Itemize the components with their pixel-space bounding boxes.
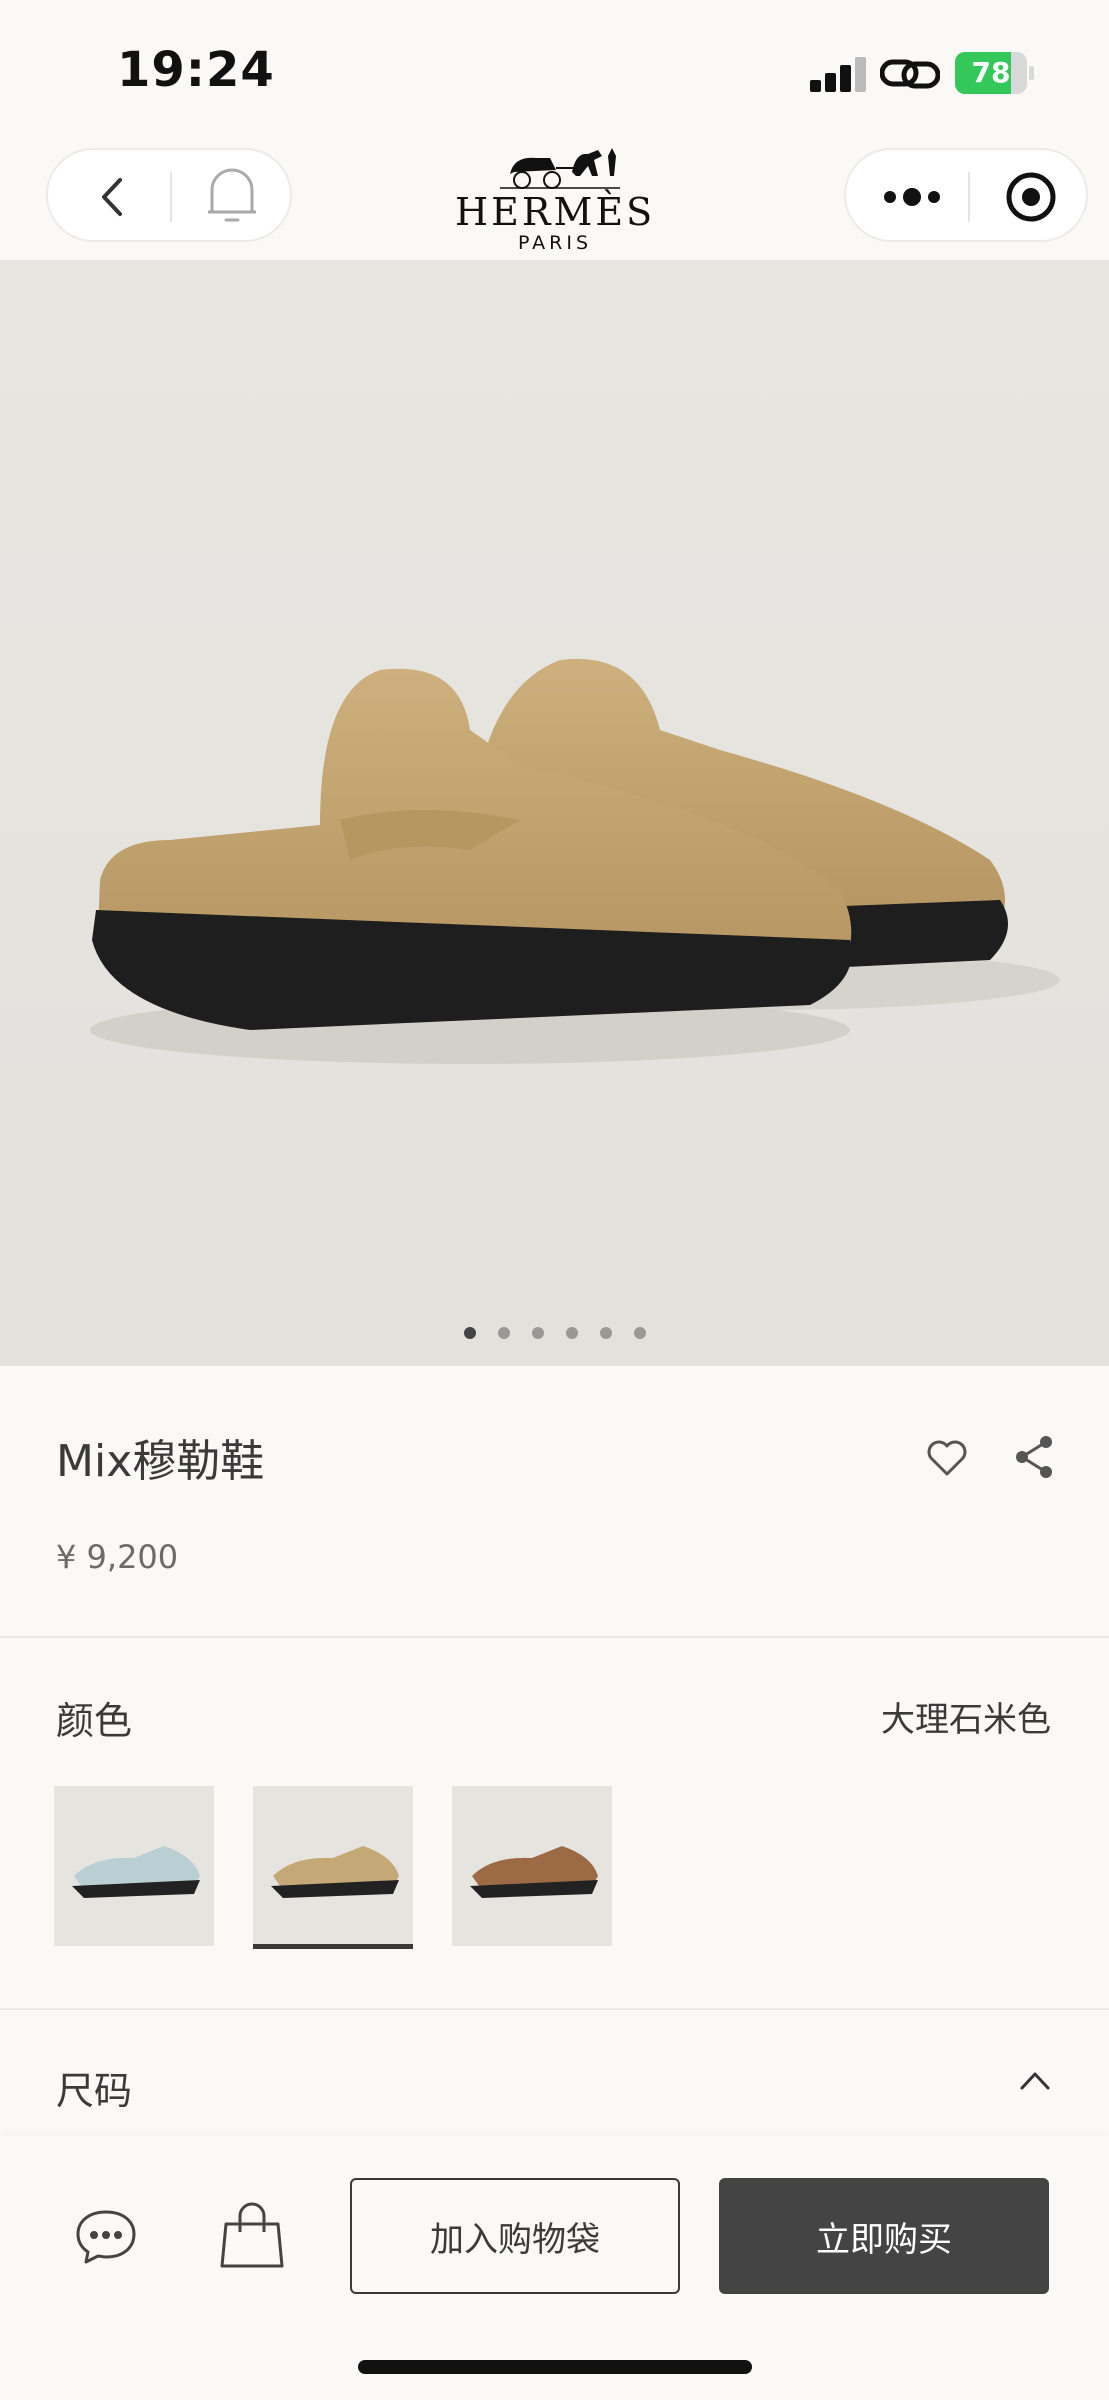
battery-icon: 78	[955, 52, 1035, 94]
chat-bubble-icon[interactable]	[74, 2204, 138, 2268]
home-indicator	[358, 2360, 752, 2374]
link-icon	[880, 59, 940, 89]
color-swatch-light-blue[interactable]	[54, 1786, 214, 1946]
nav-left-capsule	[46, 148, 292, 242]
status-bar: 19:24 78	[0, 0, 1109, 140]
swatch-selected-indicator	[253, 1944, 413, 1949]
size-label: 尺码	[56, 2069, 133, 2113]
status-time: 19:24	[117, 42, 275, 98]
gallery-dot[interactable]	[497, 1327, 510, 1339]
brand-name: HERMÈS	[455, 190, 656, 234]
nav-right-capsule	[844, 148, 1088, 242]
brand-logo: HERMÈS PARIS	[455, 142, 655, 260]
add-to-bag-button[interactable]: 加入购物袋	[350, 2178, 680, 2294]
nav-divider	[170, 172, 172, 222]
target-icon[interactable]	[1004, 170, 1058, 224]
battery-level: 78	[971, 56, 1011, 89]
chevron-left-icon[interactable]	[88, 172, 138, 222]
product-title: Mix穆勒鞋	[56, 1436, 265, 1487]
product-price: ¥ 9,200	[56, 1538, 179, 1576]
divider	[0, 2008, 1109, 2010]
swatch-image	[72, 1846, 200, 1898]
gallery-dot[interactable]	[463, 1327, 476, 1339]
chevron-up-icon[interactable]	[1018, 2066, 1052, 2094]
swatch-image	[470, 1846, 598, 1898]
brand-sub: PARIS	[517, 232, 593, 254]
signal-icon	[810, 56, 866, 92]
shopping-bag-icon[interactable]	[220, 2202, 284, 2270]
gallery-dot[interactable]	[531, 1327, 544, 1339]
swatch-image	[271, 1846, 399, 1898]
bell-icon[interactable]	[204, 166, 260, 226]
more-dots-icon[interactable]	[880, 172, 944, 222]
gallery-dot[interactable]	[565, 1327, 578, 1339]
gallery-dot[interactable]	[633, 1327, 646, 1339]
gallery-dots	[0, 1324, 1109, 1342]
heart-icon[interactable]	[925, 1438, 969, 1478]
color-selected: 大理石米色	[881, 1700, 1051, 1740]
buy-now-button[interactable]: 立即购买	[719, 2178, 1049, 2294]
color-swatch-marble-beige[interactable]	[253, 1786, 413, 1946]
share-icon[interactable]	[1012, 1434, 1056, 1480]
nav-divider	[968, 172, 970, 222]
gallery-dot[interactable]	[599, 1327, 612, 1339]
divider	[0, 1636, 1109, 1638]
color-swatch-brown[interactable]	[452, 1786, 612, 1946]
product-photo	[90, 658, 1060, 1064]
carriage-icon	[500, 148, 620, 189]
product-image[interactable]	[0, 260, 1109, 1366]
color-label: 颜色	[56, 1699, 133, 1743]
